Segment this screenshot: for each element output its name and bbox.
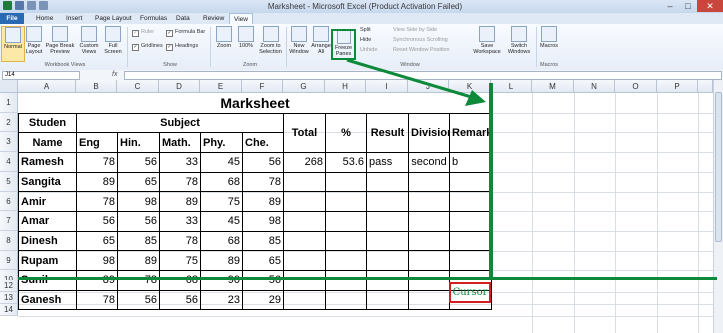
annotation-arrow-icon — [346, 58, 486, 106]
cursor-label: Cursor — [449, 282, 491, 303]
